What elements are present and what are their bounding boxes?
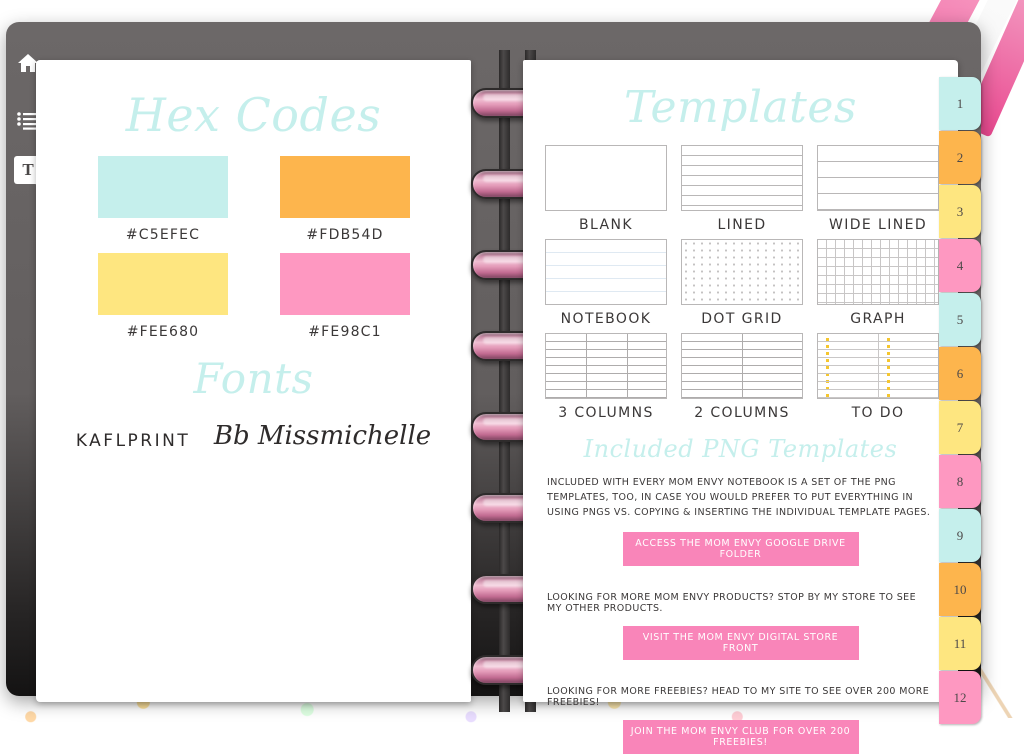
color-swatch xyxy=(280,253,410,315)
hex-codes-title: Hex Codes xyxy=(125,88,382,142)
left-page: Hex Codes #C5EFEC #FDB54D #FEE680 #FE98C… xyxy=(36,60,471,702)
template-2-columns[interactable]: 2 COLUMNS xyxy=(681,333,803,421)
swatch-hex-label: #FE98C1 xyxy=(308,324,382,340)
access-google-drive-button[interactable]: ACCESS THE MOM ENVY GOOGLE DRIVE FOLDER xyxy=(622,532,859,566)
template-thumbnail xyxy=(817,333,939,399)
png-templates-title: Included PNG Templates xyxy=(583,435,898,463)
index-tab-strip: 1 2 3 4 5 6 7 8 9 10 11 12 xyxy=(939,77,981,725)
template-notebook[interactable]: NOTEBOOK xyxy=(545,239,667,327)
freebies-promo-text: LOOKING FOR MORE FREEBIES? HEAD TO MY SI… xyxy=(547,686,930,708)
index-tab-label: 9 xyxy=(956,527,964,543)
template-label: NOTEBOOK xyxy=(560,311,652,327)
template-thumbnail xyxy=(545,333,667,399)
index-tab-label: 3 xyxy=(956,203,964,219)
template-label: TO DO xyxy=(851,405,905,421)
template-thumbnail xyxy=(681,239,803,305)
template-thumbnail xyxy=(817,239,939,305)
index-tab-label: 4 xyxy=(956,257,964,273)
color-swatch xyxy=(280,156,410,218)
png-templates-body: INCLUDED WITH EVERY MOM ENVY NOTEBOOK IS… xyxy=(547,477,931,518)
index-tab-8[interactable]: 8 xyxy=(939,455,981,508)
swatch-hex-label: #FDB54D xyxy=(306,227,384,243)
template-label: LINED xyxy=(717,217,767,233)
template-3-columns[interactable]: 3 COLUMNS xyxy=(545,333,667,421)
template-wide-lined[interactable]: WIDE LINED xyxy=(817,145,939,233)
templates-title: Templates xyxy=(624,82,857,133)
template-label: GRAPH xyxy=(850,311,906,327)
swatch-item[interactable]: #C5EFEC xyxy=(98,156,228,243)
index-tab-label: 5 xyxy=(956,311,964,327)
template-label: BLANK xyxy=(579,217,633,233)
template-label: 3 COLUMNS xyxy=(558,405,654,421)
index-tab-11[interactable]: 11 xyxy=(939,617,981,670)
index-tab-7[interactable]: 7 xyxy=(939,401,981,454)
template-lined[interactable]: LINED xyxy=(681,145,803,233)
swatch-hex-label: #FEE680 xyxy=(126,324,200,340)
color-swatch xyxy=(98,253,228,315)
png-templates-section: Included PNG Templates INCLUDED WITH EVE… xyxy=(523,435,958,754)
index-tab-5[interactable]: 5 xyxy=(939,293,981,346)
template-thumbnail xyxy=(545,145,667,211)
fonts-title: Fonts xyxy=(193,354,314,403)
color-swatch xyxy=(98,156,228,218)
template-dot-grid[interactable]: DOT GRID xyxy=(681,239,803,327)
index-tab-1[interactable]: 1 xyxy=(939,77,981,130)
template-label: DOT GRID xyxy=(701,311,783,327)
index-tab-label: 10 xyxy=(953,581,967,597)
template-label: WIDE LINED xyxy=(828,217,928,233)
template-label: 2 COLUMNS xyxy=(694,405,790,421)
text-tool-label: T xyxy=(22,160,34,179)
template-grid: BLANK LINED WIDE LINED NOTEBOOK DOT GRID… xyxy=(523,133,958,421)
planner-cover: T Hex Codes #C5EFEC #FDB54D #FEE680 #FE9… xyxy=(6,22,981,754)
index-tab-12[interactable]: 12 xyxy=(939,671,981,724)
swatch-item[interactable]: #FDB54D xyxy=(280,156,410,243)
template-thumbnail xyxy=(681,145,803,211)
index-tab-4[interactable]: 4 xyxy=(939,239,981,292)
font-sample-kaflprint: KAFLPRINT xyxy=(75,431,191,451)
template-thumbnail xyxy=(545,239,667,305)
font-sample-missmichelle: Bb Missmichelle xyxy=(213,421,432,451)
binding-spine-left xyxy=(499,50,510,712)
index-tab-label: 8 xyxy=(956,473,964,489)
index-tab-6[interactable]: 6 xyxy=(939,347,981,400)
index-tab-9[interactable]: 9 xyxy=(939,509,981,562)
store-promo-text: LOOKING FOR MORE MOM ENVY PRODUCTS? STOP… xyxy=(547,592,916,614)
visit-store-front-button[interactable]: VISIT THE MOM ENVY DIGITAL STORE FRONT xyxy=(622,626,859,660)
swatch-item[interactable]: #FE98C1 xyxy=(280,253,410,340)
hex-swatch-grid: #C5EFEC #FDB54D #FEE680 #FE98C1 xyxy=(36,142,471,340)
index-tab-label: 7 xyxy=(956,419,964,435)
font-samples-row: KAFLPRINT Bb Missmichelle xyxy=(36,403,471,451)
template-thumbnail xyxy=(817,145,939,211)
swatch-item[interactable]: #FEE680 xyxy=(98,253,228,340)
template-blank[interactable]: BLANK xyxy=(545,145,667,233)
join-club-button[interactable]: JOIN THE MOM ENVY CLUB FOR OVER 200 FREE… xyxy=(622,720,859,754)
index-tab-2[interactable]: 2 xyxy=(939,131,981,184)
index-tab-label: 1 xyxy=(956,95,964,111)
right-page: Templates BLANK LINED WIDE LINED NOTEBOO… xyxy=(523,60,958,754)
index-tab-10[interactable]: 10 xyxy=(939,563,981,616)
template-graph[interactable]: GRAPH xyxy=(817,239,939,327)
template-thumbnail xyxy=(681,333,803,399)
template-to-do[interactable]: TO DO xyxy=(817,333,939,421)
index-tab-label: 12 xyxy=(953,689,967,705)
index-tab-label: 6 xyxy=(956,365,964,381)
swatch-hex-label: #C5EFEC xyxy=(125,227,201,243)
index-tab-label: 2 xyxy=(956,149,964,165)
index-tab-3[interactable]: 3 xyxy=(939,185,981,238)
index-tab-label: 11 xyxy=(953,635,967,651)
